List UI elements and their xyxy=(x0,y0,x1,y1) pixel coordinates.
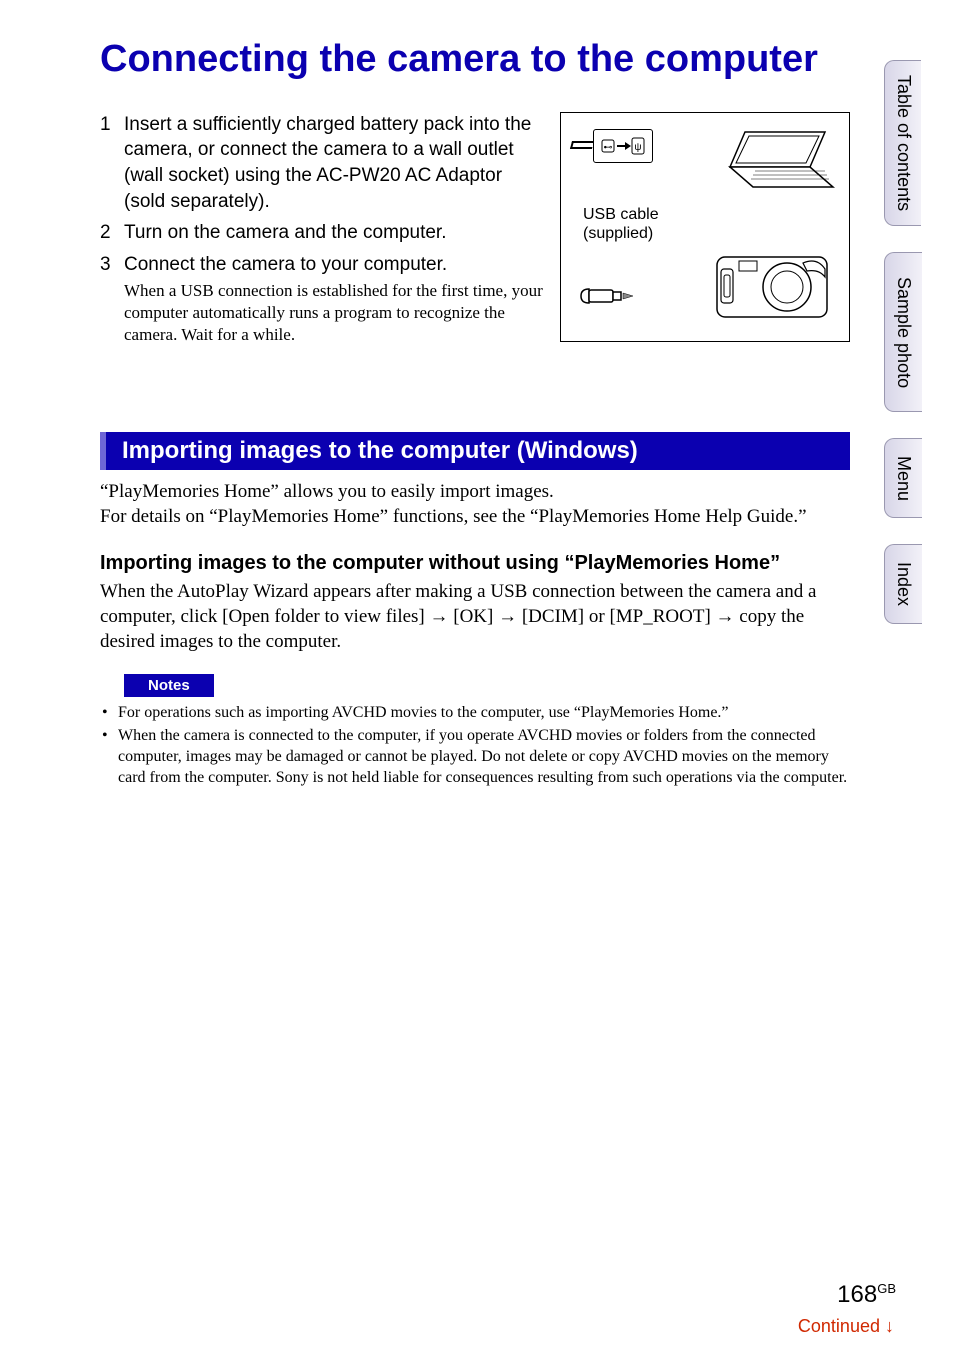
svg-text:⊷: ⊷ xyxy=(604,142,613,152)
page-title: Connecting the camera to the computer xyxy=(100,38,850,82)
tab-label: Index xyxy=(893,562,914,606)
step-text: Insert a sufficiently charged battery pa… xyxy=(124,114,531,212)
step-item: Insert a sufficiently charged battery pa… xyxy=(100,112,545,215)
page-num: 168 xyxy=(837,1281,877,1308)
step-text: Connect the camera to your computer. xyxy=(124,254,447,275)
tab-label: Sample photo xyxy=(893,277,914,388)
tab-label: Table of contents xyxy=(893,75,913,211)
usb-cable-label: USB cable (supplied) xyxy=(583,205,659,243)
subheading-paragraph: When the AutoPlay Wizard appears after m… xyxy=(100,580,850,654)
laptop-icon xyxy=(715,127,835,197)
usb-label-2: (supplied) xyxy=(583,224,659,243)
note-item: When the camera is connected to the comp… xyxy=(100,726,850,788)
step-item: Turn on the camera and the computer. xyxy=(100,220,545,246)
tab-index[interactable]: Index xyxy=(884,544,922,624)
steps-row: Insert a sufficiently charged battery pa… xyxy=(100,112,850,352)
usb-label-1: USB cable xyxy=(583,206,659,223)
page-number: 168GB xyxy=(837,1281,896,1309)
tab-table-of-contents[interactable]: Table of contents xyxy=(884,60,921,226)
page-region: GB xyxy=(877,1281,896,1296)
tab-sample-photo[interactable]: Sample photo xyxy=(884,252,922,412)
section-header: Importing images to the computer (Window… xyxy=(100,432,850,470)
camera-icon xyxy=(707,247,837,327)
step-text: Turn on the camera and the computer. xyxy=(124,222,446,243)
continued-text: Continued xyxy=(798,1316,880,1336)
notes-list: For operations such as importing AVCHD m… xyxy=(100,703,850,788)
usb-plug-b-icon xyxy=(579,285,617,301)
usb-plug-a-icon: ⊷ ψ xyxy=(593,129,653,163)
step-item: Connect the camera to your computer. Whe… xyxy=(100,252,545,346)
down-arrow-icon: ↓ xyxy=(885,1316,894,1336)
note-item: For operations such as importing AVCHD m… xyxy=(100,703,850,724)
notes-label: Notes xyxy=(124,674,214,697)
svg-text:ψ: ψ xyxy=(634,142,641,153)
cable-icon xyxy=(570,141,594,149)
subheading: Importing images to the computer without… xyxy=(100,551,850,576)
connection-illustration: ⊷ ψ xyxy=(560,112,850,342)
step-subtext: When a USB connection is established for… xyxy=(124,280,545,346)
continued-indicator: Continued ↓ xyxy=(798,1316,894,1337)
steps-list: Insert a sufficiently charged battery pa… xyxy=(100,112,545,346)
tab-menu[interactable]: Menu xyxy=(884,438,922,518)
tab-label: Menu xyxy=(893,456,914,501)
intro-paragraph: “PlayMemories Home” allows you to easily… xyxy=(100,480,850,529)
side-tabs: Table of contents Sample photo Menu Inde… xyxy=(884,60,954,650)
